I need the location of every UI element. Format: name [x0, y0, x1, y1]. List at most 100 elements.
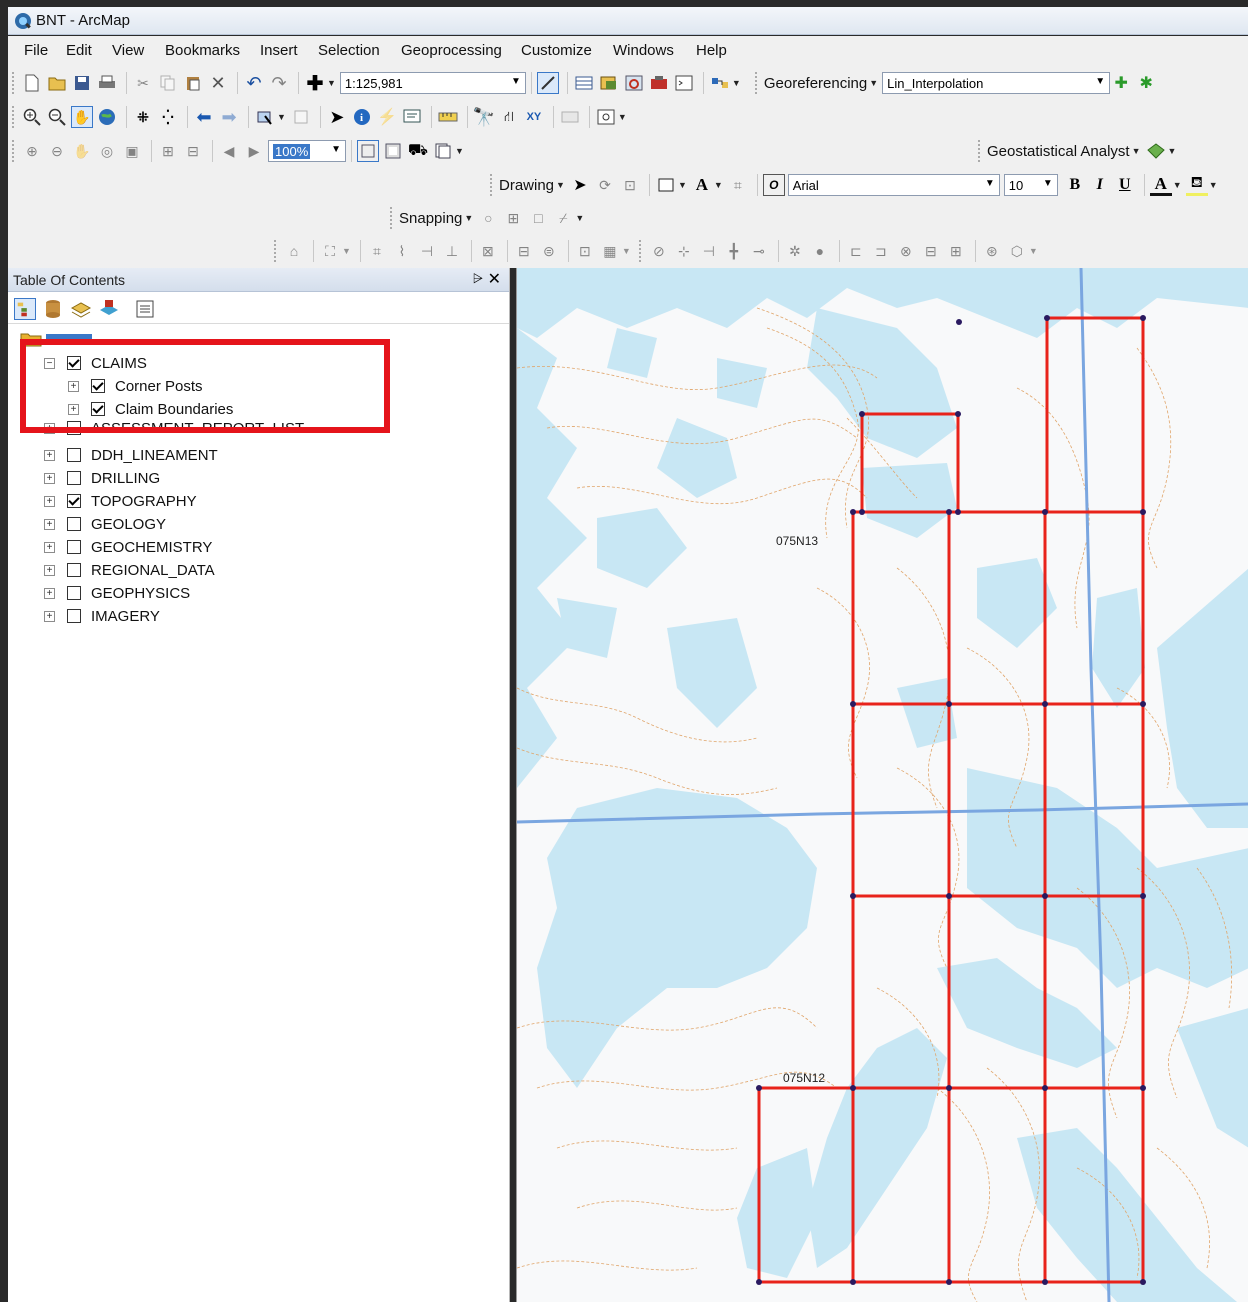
layer-visibility-checkbox[interactable] — [67, 563, 81, 577]
expand-icon[interactable]: + — [44, 495, 55, 507]
chevron-down-icon[interactable]: ▼ — [869, 78, 878, 88]
new-identity-link-icon[interactable]: ╋ — [723, 240, 745, 262]
expand-icon[interactable]: + — [44, 610, 55, 622]
measure-icon[interactable] — [437, 106, 459, 128]
chevron-down-icon[interactable]: ▼ — [985, 178, 995, 189]
layer-visibility-checkbox[interactable] — [67, 609, 81, 623]
next-extent-icon[interactable]: ▶ — [243, 140, 265, 162]
layer-visibility-checkbox[interactable] — [67, 494, 81, 508]
fixed-zoom-out-layout-icon[interactable]: ⊟ — [182, 140, 204, 162]
html-popup-icon[interactable] — [401, 106, 423, 128]
toolbar-grip[interactable] — [754, 72, 758, 94]
select-elements-arrow-icon[interactable]: ➤ — [569, 174, 591, 196]
layer-row-drilling[interactable]: + DRILLING — [44, 467, 160, 489]
modelbuilder-icon[interactable] — [709, 72, 731, 94]
layer-name[interactable]: GEOPHYSICS — [91, 585, 190, 602]
editor-toolbar-icon[interactable] — [536, 72, 559, 94]
undo-icon[interactable]: ↶ — [243, 72, 265, 94]
layer-visibility-checkbox[interactable] — [67, 471, 81, 485]
layer-name[interactable]: DRILLING — [91, 470, 160, 487]
chevron-down-icon[interactable]: ▼ — [464, 213, 473, 223]
add-control-points-icon[interactable]: ✚ — [1110, 72, 1132, 94]
chevron-down-icon[interactable]: ▼ — [575, 213, 584, 223]
chevron-down-icon[interactable]: ▼ — [714, 180, 723, 190]
chevron-down-icon[interactable]: ▼ — [618, 112, 627, 122]
open-folder-icon[interactable] — [46, 72, 68, 94]
point-snapping-icon[interactable]: ○ — [477, 207, 499, 229]
select-elements-icon[interactable]: ➤ — [326, 106, 348, 128]
layer-name[interactable]: GEOCHEMISTRY — [91, 539, 212, 556]
chevron-down-icon[interactable]: ▼ — [511, 76, 521, 87]
chevron-down-icon[interactable]: ▼ — [1173, 180, 1182, 190]
menu-help[interactable]: Help — [696, 42, 727, 59]
search-window-icon[interactable] — [623, 72, 645, 94]
layer-visibility-checkbox[interactable] — [67, 448, 81, 462]
layout-zoom-combo[interactable]: 100% ▼ — [268, 140, 346, 162]
chevron-down-icon[interactable]: ▼ — [277, 112, 286, 122]
split-icon[interactable]: ⊥ — [441, 240, 463, 262]
data-driven-pages-icon[interactable] — [432, 140, 454, 162]
layer-row-ddh-lineament[interactable]: + DDH_LINEAMENT — [44, 444, 218, 466]
drawing-menu[interactable]: Drawing — [499, 177, 554, 194]
previous-extent-icon[interactable]: ◀ — [218, 140, 240, 162]
fill-color-icon[interactable]: ⛾ — [1185, 174, 1208, 196]
redo-icon[interactable]: ↷ — [268, 72, 290, 94]
vertex-snapping-icon[interactable]: □ — [527, 207, 549, 229]
menu-bookmarks[interactable]: Bookmarks — [165, 42, 240, 59]
delete-icon[interactable]: ✕ — [207, 72, 229, 94]
font-name-combo[interactable]: Arial ▼ — [787, 174, 1000, 196]
map-canvas[interactable] — [517, 268, 1248, 1302]
table-of-contents-icon[interactable] — [573, 72, 595, 94]
multi-displacement-icon[interactable]: ⊣ — [698, 240, 720, 262]
menu-view[interactable]: View — [112, 42, 144, 59]
menu-geoprocessing[interactable]: Geoprocessing — [401, 42, 502, 59]
go-to-xy-icon[interactable]: XY — [523, 106, 545, 128]
modify-link-icon[interactable]: ✲ — [784, 240, 806, 262]
zoom-out-icon[interactable] — [46, 106, 68, 128]
underline-button[interactable]: U — [1114, 174, 1136, 196]
italic-button[interactable]: I — [1089, 174, 1111, 196]
bold-button[interactable]: B — [1064, 174, 1086, 196]
toolbar-grip[interactable] — [490, 174, 493, 196]
chevron-down-icon[interactable]: ▼ — [1029, 246, 1038, 256]
expand-icon[interactable]: + — [44, 449, 55, 461]
font-color-button[interactable]: A — [1149, 174, 1172, 196]
cut-icon[interactable]: ✂ — [132, 72, 154, 94]
layer-visibility-checkbox[interactable] — [67, 540, 81, 554]
chevron-down-icon[interactable]: ▼ — [327, 78, 336, 88]
editor-menu-icon[interactable]: ⛶ — [319, 240, 341, 262]
font-type-icon[interactable]: O — [762, 174, 785, 196]
chevron-down-icon[interactable]: ▼ — [1095, 76, 1105, 87]
python-window-icon[interactable] — [673, 72, 695, 94]
map-display[interactable]: 075N13 075N12 — [516, 268, 1248, 1302]
list-by-source-icon[interactable] — [42, 298, 64, 320]
auto-adjust-icon[interactable]: ✱ — [1135, 72, 1157, 94]
menu-file[interactable]: File — [24, 42, 48, 59]
new-document-icon[interactable] — [21, 72, 43, 94]
expand-icon[interactable]: + — [44, 541, 55, 553]
cut-polygons-icon[interactable]: ⊣ — [416, 240, 438, 262]
rectangle-icon[interactable] — [655, 174, 677, 196]
focus-data-frame-icon[interactable] — [382, 140, 404, 162]
forward-arrow-icon[interactable]: ➡ — [218, 106, 240, 128]
menu-edit[interactable]: Edit — [66, 42, 92, 59]
font-size-combo[interactable]: 10 ▼ — [1003, 174, 1058, 196]
new-limited-adjust-icon[interactable]: ⊸ — [748, 240, 770, 262]
toolbar-grip[interactable] — [12, 140, 15, 162]
expand-icon[interactable]: + — [44, 518, 55, 530]
layer-visibility-checkbox[interactable] — [67, 586, 81, 600]
edit-tool-icon[interactable]: ⌂ — [283, 240, 305, 262]
attribute-transfer-icon[interactable]: ⊐ — [870, 240, 892, 262]
layer-row-imagery[interactable]: + IMAGERY — [44, 605, 160, 627]
list-by-visibility-icon[interactable] — [70, 298, 92, 320]
change-layout-icon[interactable]: ⛟ — [407, 140, 429, 162]
geostatistical-wizard-icon[interactable] — [1145, 140, 1167, 162]
close-icon[interactable]: ✕ — [488, 269, 501, 289]
edge-match-icon[interactable]: ⊏ — [845, 240, 867, 262]
identify-icon[interactable]: i — [351, 106, 373, 128]
edit-vertices-icon[interactable]: ⌗ — [727, 174, 749, 196]
arctoolbox-icon[interactable] — [648, 72, 670, 94]
copy-icon[interactable] — [157, 72, 179, 94]
zoom-100-icon[interactable]: ▣ — [121, 140, 143, 162]
attributes-icon[interactable]: ⊟ — [513, 240, 535, 262]
